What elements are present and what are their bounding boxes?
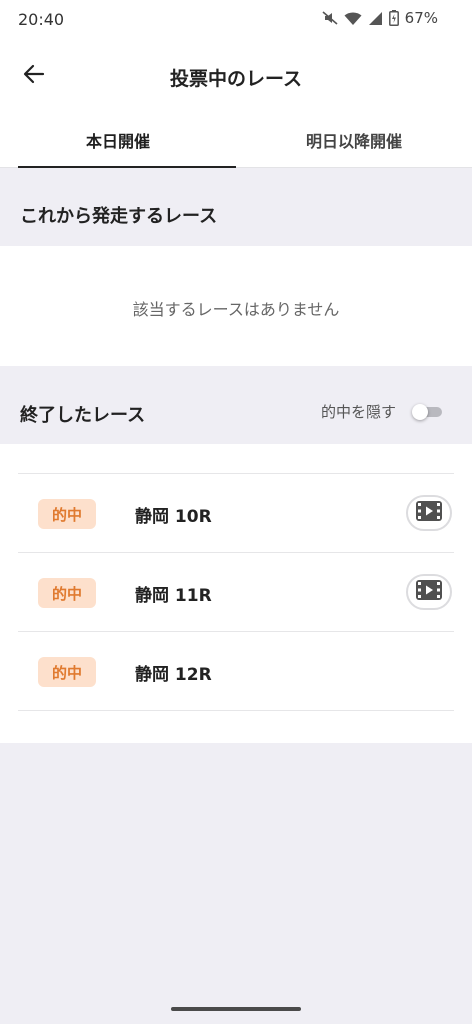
hide-hits-label: 的中を隠す <box>320 403 396 421</box>
upcoming-section-header: これから発走するレース <box>0 168 472 246</box>
page-title: 投票中のレース <box>169 68 303 90</box>
video-button[interactable] <box>406 574 452 610</box>
race-name: 静岡 10R <box>135 507 212 527</box>
status-time: 20:40 <box>18 10 65 29</box>
battery-percent: 67% <box>404 9 438 27</box>
status-bar: 20:40 67% <box>0 0 472 40</box>
finished-section-title: 終了したレース <box>20 405 146 426</box>
wifi-icon <box>344 11 362 26</box>
finished-race-list: 的中 静岡 10R 的中 静岡 11R 的中 静岡 12R <box>0 444 472 743</box>
tab-bar: 本日開催 明日以降開催 <box>0 112 472 168</box>
upcoming-empty-state: 該当するレースはありません <box>0 246 472 366</box>
tab-today[interactable]: 本日開催 <box>0 112 236 168</box>
race-name: 静岡 12R <box>135 665 212 685</box>
race-row[interactable]: 的中 静岡 11R <box>18 553 454 632</box>
app-header: 投票中のレース <box>0 40 472 112</box>
battery-icon <box>388 10 399 26</box>
race-row[interactable]: 的中 静岡 10R <box>18 474 454 553</box>
hide-hits-control: 的中を隠す <box>321 401 442 422</box>
video-icon <box>416 501 442 525</box>
status-icons: 67% <box>322 9 438 27</box>
mute-icon <box>322 10 338 26</box>
hit-badge: 的中 <box>38 657 96 687</box>
hit-badge: 的中 <box>38 499 96 529</box>
video-icon <box>416 580 442 604</box>
race-row[interactable]: 的中 静岡 12R <box>18 632 454 711</box>
hit-badge: 的中 <box>38 578 96 608</box>
signal-icon <box>368 11 383 26</box>
video-button[interactable] <box>406 495 452 531</box>
race-list-inner: 的中 静岡 10R 的中 静岡 11R 的中 静岡 12R <box>18 473 454 711</box>
toggle-thumb <box>412 403 428 420</box>
hide-hits-toggle[interactable] <box>412 403 442 420</box>
home-indicator[interactable] <box>171 1007 301 1011</box>
finished-section-header: 終了したレース 的中を隠す <box>0 366 472 444</box>
empty-message: 該当するレースはありません <box>132 300 340 319</box>
race-name: 静岡 11R <box>135 586 212 606</box>
tab-tomorrow-onward[interactable]: 明日以降開催 <box>236 112 472 167</box>
upcoming-section-title: これから発走するレース <box>20 206 218 227</box>
